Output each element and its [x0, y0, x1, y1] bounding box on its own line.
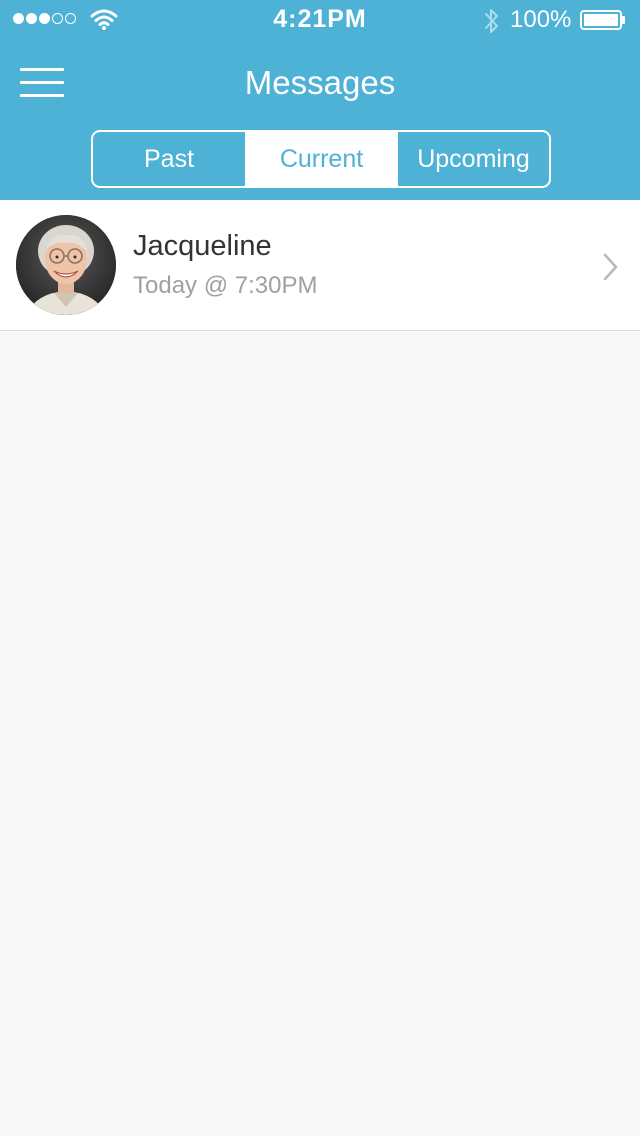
message-filter-tabs: Past Current Upcoming: [91, 130, 551, 188]
battery-icon: [580, 10, 625, 30]
tab-current[interactable]: Current: [245, 132, 398, 186]
tab-past[interactable]: Past: [93, 132, 245, 186]
bluetooth-icon: [485, 9, 498, 33]
avatar: [16, 215, 116, 315]
message-list: Jacqueline Today @ 7:30PM: [0, 200, 640, 331]
page-title: Messages: [244, 64, 396, 101]
status-bar: 4:21PM 100%: [0, 0, 640, 40]
message-row[interactable]: Jacqueline Today @ 7:30PM: [0, 200, 640, 331]
chevron-right-icon: [603, 253, 618, 281]
tab-upcoming[interactable]: Upcoming: [398, 132, 549, 186]
battery-percent: 100%: [510, 6, 572, 33]
contact-name: Jacqueline: [133, 230, 272, 262]
app-header: 4:21PM 100% Messages Past Current Upcomi…: [0, 0, 640, 200]
message-time: Today @ 7:30PM: [133, 272, 318, 299]
